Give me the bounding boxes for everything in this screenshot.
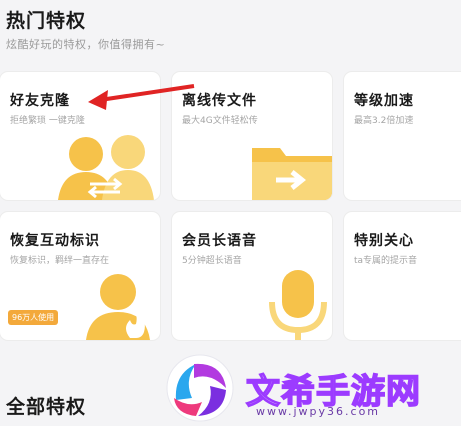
- card-desc: 拒绝繁琐 一键克隆: [10, 116, 85, 126]
- card-title: 等级加速: [354, 93, 414, 109]
- card-desc: 恢复标识，羁绊一直存在: [10, 256, 110, 266]
- privilege-card-restore-interaction[interactable]: 恢复互动标识 恢复标识，羁绊一直存在 96万人使用: [0, 212, 160, 340]
- red-pointer-arrow: [88, 84, 195, 110]
- microphone-icon: [269, 270, 327, 340]
- person-flame-icon: [86, 274, 150, 340]
- all-privileges-title: 全部特权: [6, 396, 87, 418]
- section-subtitle: 炫酷好玩的特权，你值得拥有~: [6, 38, 166, 51]
- privilege-card-long-voice[interactable]: 会员长语音 5分钟超长语音: [172, 212, 332, 340]
- card-title: 好友克隆: [10, 93, 70, 109]
- privilege-card-level-boost[interactable]: 等级加速 最高3.2倍加速: [344, 72, 461, 200]
- usage-badge: 96万人使用: [8, 310, 59, 325]
- card-desc: 5分钟超长语音: [182, 256, 242, 266]
- card-desc: 最大4G文件轻松传: [182, 116, 258, 126]
- card-desc: ta专属的提示音: [354, 256, 418, 266]
- card-title: 会员长语音: [182, 233, 257, 249]
- card-desc: 最高3.2倍加速: [354, 116, 414, 126]
- two-people-swap-icon: [58, 135, 154, 200]
- watermark-logo-icon: [166, 354, 234, 422]
- privilege-card-special-care[interactable]: 特别关心 ta专属的提示音: [344, 212, 461, 340]
- folder-arrow-icon: [252, 148, 332, 200]
- section-title: 热门特权: [6, 10, 87, 32]
- watermark-url: www.jwpy36.com: [256, 405, 381, 418]
- privilege-card-offline-file[interactable]: 离线传文件 最大4G文件轻松传: [172, 72, 332, 200]
- card-title: 恢复互动标识: [10, 233, 100, 249]
- card-title: 特别关心: [354, 233, 414, 249]
